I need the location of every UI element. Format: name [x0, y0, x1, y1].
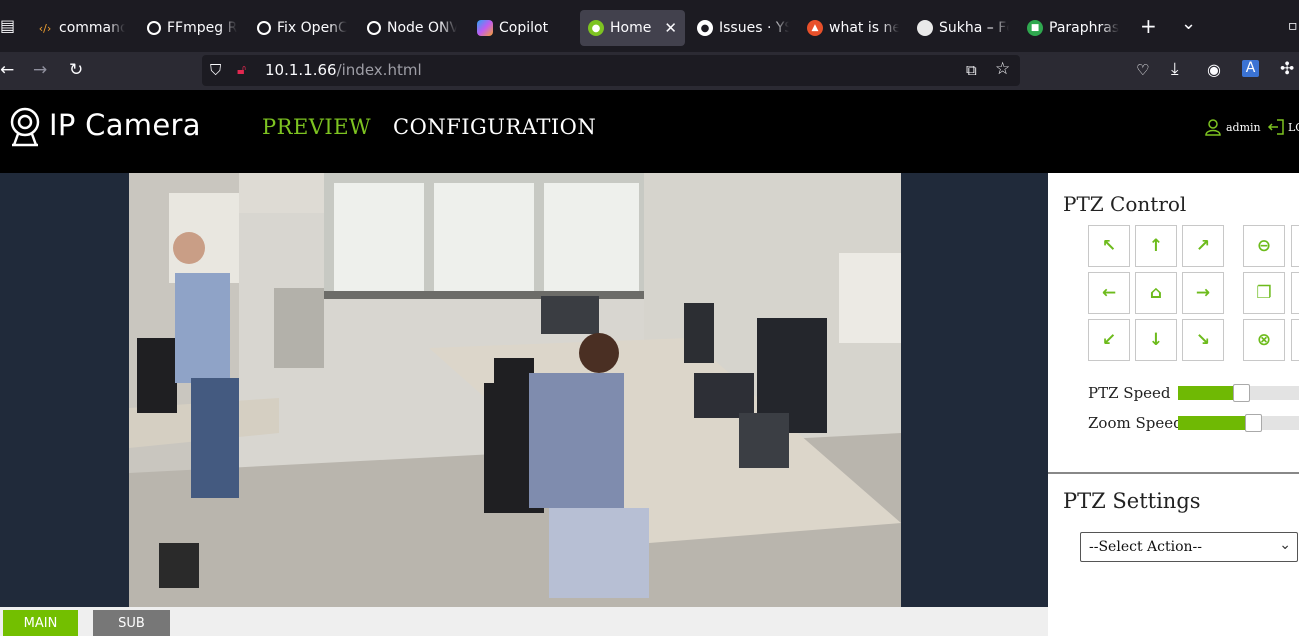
zoom-speed-thumb[interactable]: [1245, 414, 1262, 432]
zoom-in-button[interactable]: [1291, 225, 1299, 267]
arrow-down-icon: ↓: [1148, 330, 1164, 350]
arrow-left-icon: ←: [1101, 283, 1117, 303]
zoom-speed-label: Zoom Speed: [1088, 414, 1183, 432]
user-menu[interactable]: admin: [1204, 118, 1261, 136]
brave-icon: ▲: [807, 20, 823, 36]
arrow-down-left-icon: ↙: [1101, 330, 1117, 350]
forward-arrow-icon[interactable]: →: [33, 60, 47, 80]
copilot-icon: [477, 20, 493, 36]
ptz-down-right-button[interactable]: ↘: [1182, 319, 1224, 361]
action-select-value: --Select Action--: [1089, 539, 1202, 555]
office-scene-image: [129, 173, 901, 607]
panel-divider: [1048, 472, 1299, 474]
ptz-speed-fill: [1178, 386, 1241, 400]
tab-home[interactable]: ● Home ✕: [580, 10, 685, 46]
stop-button[interactable]: ⊗: [1243, 319, 1285, 361]
insecure-lock-icon[interactable]: 🔓︎: [237, 60, 246, 80]
browser-tab-strip: ▤ ‹/› command FFmpeg R Fix OpenC Node ON…: [0, 0, 1299, 52]
nav-preview[interactable]: PREVIEW: [262, 115, 371, 139]
back-arrow-icon[interactable]: ←: [0, 60, 14, 80]
ptz-down-left-button[interactable]: ↙: [1088, 319, 1130, 361]
logout-icon: [1267, 119, 1284, 135]
chevron-down-icon: ⌄: [1279, 537, 1291, 553]
url-text[interactable]: 10.1.1.66/index.html: [265, 61, 422, 79]
bookmark-star-icon[interactable]: ☆: [995, 59, 1010, 79]
ptz-speed-label: PTZ Speed: [1088, 384, 1171, 402]
tab-ffmpeg[interactable]: FFmpeg R: [147, 10, 237, 46]
openai-icon: [147, 21, 161, 35]
arrow-up-right-icon: ↗: [1195, 236, 1211, 256]
new-tab-button[interactable]: +: [1140, 16, 1157, 36]
iris-button[interactable]: [1291, 272, 1299, 314]
ptz-up-left-button[interactable]: ↖: [1088, 225, 1130, 267]
home-icon: ⌂: [1149, 283, 1163, 303]
close-tab-icon[interactable]: ✕: [656, 19, 677, 37]
ptz-control-title: PTZ Control: [1063, 192, 1187, 216]
tab-issues[interactable]: ● Issues · YS: [697, 10, 789, 46]
extensions-icon[interactable]: ✣: [1280, 59, 1294, 79]
zoom-out-button[interactable]: ⊖: [1243, 225, 1285, 267]
tab-paraphrase[interactable]: ■ Paraphras: [1027, 10, 1119, 46]
main-stream-button[interactable]: MAIN: [3, 610, 78, 636]
tab-sukha[interactable]: Sukha – Fc: [917, 10, 1009, 46]
tab-fix-opencv[interactable]: Fix OpenC: [257, 10, 347, 46]
brand-title: IP Camera: [49, 108, 201, 142]
window-restore-icon[interactable]: ▫: [1288, 16, 1298, 36]
ptz-speed-slider[interactable]: [1178, 384, 1299, 402]
ptz-right-button[interactable]: →: [1182, 272, 1224, 314]
zoom-speed-slider[interactable]: [1178, 414, 1299, 432]
openai-icon: [257, 21, 271, 35]
ptz-left-button[interactable]: ←: [1088, 272, 1130, 314]
tab-copilot[interactable]: Copilot: [477, 10, 567, 46]
github-icon: ●: [697, 20, 713, 36]
pocket-icon[interactable]: ♡: [1136, 60, 1149, 80]
zoom-speed-fill: [1178, 416, 1253, 430]
preset-button[interactable]: [1291, 319, 1299, 361]
ptz-speed-thumb[interactable]: [1233, 384, 1250, 402]
account-icon[interactable]: ◉: [1207, 60, 1221, 80]
stop-icon: ⊗: [1256, 330, 1272, 350]
zoom-out-icon: ⊖: [1256, 236, 1272, 256]
ptz-down-button[interactable]: ↓: [1135, 319, 1177, 361]
list-tabs-button[interactable]: ⌄: [1181, 14, 1196, 34]
arrow-right-icon: →: [1195, 283, 1211, 303]
tab-node-onvif[interactable]: Node ONV: [367, 10, 457, 46]
ptz-up-right-button[interactable]: ↗: [1182, 225, 1224, 267]
action-select[interactable]: --Select Action-- ⌄: [1080, 532, 1298, 562]
code-icon: ‹/›: [38, 21, 52, 35]
focus-icon: ❐: [1256, 283, 1272, 303]
tab-overview-icon[interactable]: ▤: [0, 16, 15, 36]
reload-icon[interactable]: ↻: [69, 60, 83, 80]
ptz-home-button[interactable]: ⌂: [1135, 272, 1177, 314]
sub-stream-button[interactable]: SUB: [93, 610, 170, 636]
paraphrase-icon: ■: [1027, 20, 1043, 36]
user-icon: [1205, 119, 1221, 136]
arrow-up-icon: ↑: [1148, 236, 1164, 256]
openai-icon: [367, 21, 381, 35]
username: admin: [1226, 120, 1261, 134]
arrow-down-right-icon: ↘: [1195, 330, 1211, 350]
ptz-up-button[interactable]: ↑: [1135, 225, 1177, 267]
logout-link[interactable]: LO: [1267, 118, 1299, 136]
nav-configuration[interactable]: CONFIGURATION: [393, 115, 596, 139]
translate-icon[interactable]: A: [1242, 60, 1259, 77]
camera-logo-icon: [10, 107, 40, 147]
ptz-settings-title: PTZ Settings: [1063, 489, 1201, 513]
camera-user-icon: ●: [588, 20, 604, 36]
camera-video-feed[interactable]: [129, 173, 901, 607]
shield-icon[interactable]: ⛉: [210, 60, 221, 80]
tab-what-is-new[interactable]: ▲ what is ne: [807, 10, 899, 46]
arrow-up-left-icon: ↖: [1101, 236, 1117, 256]
downloads-icon[interactable]: ⤓: [1171, 59, 1179, 79]
focus-button[interactable]: ❐: [1243, 272, 1285, 314]
media-permission-icon[interactable]: ⧉: [966, 60, 977, 80]
tab-command[interactable]: ‹/› command: [37, 10, 125, 46]
circle-icon: [917, 20, 933, 36]
